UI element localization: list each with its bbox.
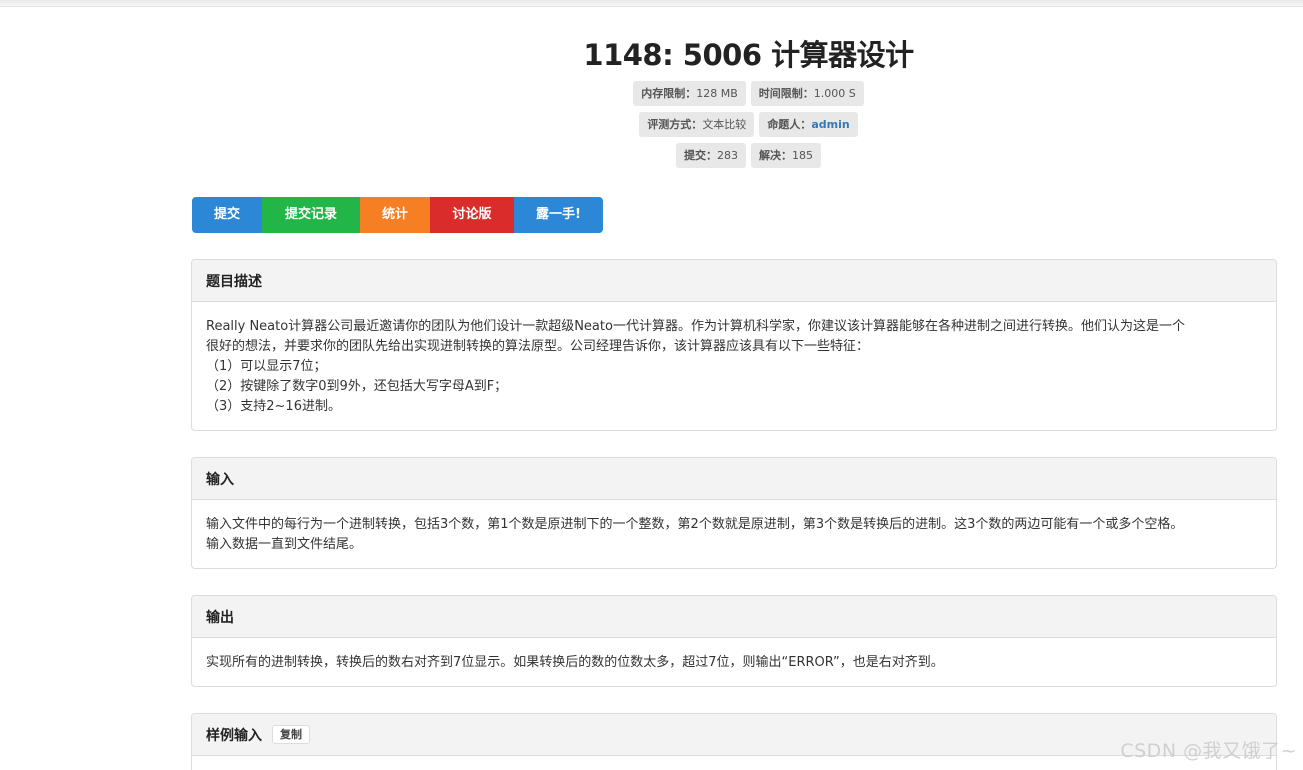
meta-row-limits: 内存限制：128 MB 时间限制：1.000 S [0, 81, 1303, 106]
submit-button[interactable]: 提交 [192, 197, 262, 233]
submissions-badge: 提交：283 [676, 143, 746, 168]
sample-input-panel: 样例输入 复制 [191, 713, 1277, 770]
input-panel: 输入 输入文件中的每行为一个进制转换，包括3个数，第1个数是原进制下的一个整数，… [191, 457, 1277, 569]
page-title: 1148: 5006 计算器设计 [583, 38, 914, 72]
output-heading: 输出 [192, 596, 1276, 638]
output-panel: 输出 实现所有的进制转换，转换后的数右对齐到7位显示。如果转换后的数的位数太多，… [191, 595, 1277, 687]
description-line: 很好的想法，并要求你的团队先给出实现进制转换的算法原型。公司经理告诉你，该计算器… [206, 339, 870, 354]
input-body: 输入文件中的每行为一个进制转换，包括3个数，第1个数是原进制下的一个整数，第2个… [192, 500, 1276, 568]
description-line: Really Neato计算器公司最近邀请你的团队为他们设计一款超级Neato一… [206, 319, 1185, 334]
memory-limit-badge: 内存限制：128 MB [633, 81, 746, 106]
meta-row-stats: 提交：283 解决：185 [0, 143, 1303, 168]
top-border [0, 0, 1303, 7]
input-heading: 输入 [192, 458, 1276, 500]
author-badge: 命题人：admin [759, 112, 858, 137]
sample-input-heading: 样例输入 复制 [192, 714, 1276, 756]
description-heading: 题目描述 [192, 260, 1276, 302]
statistics-button[interactable]: 统计 [360, 197, 430, 233]
judge-method-badge: 评测方式：文本比较 [639, 112, 755, 137]
author-link[interactable]: admin [811, 118, 849, 131]
action-button-group: 提交 提交记录 统计 讨论版 露一手! [192, 197, 603, 233]
output-line: 实现所有的进制转换，转换后的数右对齐到7位显示。如果转换后的数的位数太多，超过7… [206, 655, 944, 670]
submission-records-button[interactable]: 提交记录 [262, 197, 360, 233]
description-panel: 题目描述 Really Neato计算器公司最近邀请你的团队为他们设计一款超级N… [191, 259, 1277, 431]
csdn-watermark: CSDN @我又饿了~ [1120, 740, 1297, 762]
description-line: （3）支持2~16进制。 [206, 399, 341, 414]
input-line: 输入数据一直到文件结尾。 [206, 537, 363, 552]
discussion-button[interactable]: 讨论版 [430, 197, 514, 233]
copy-button[interactable]: 复制 [272, 725, 310, 744]
show-off-button[interactable]: 露一手! [514, 197, 603, 233]
description-line: （2）按键除了数字0到9外，还包括大写字母A到F； [206, 379, 508, 394]
meta-row-judge: 评测方式：文本比较 命题人：admin [0, 112, 1303, 137]
time-limit-badge: 时间限制：1.000 S [750, 81, 864, 106]
output-body: 实现所有的进制转换，转换后的数右对齐到7位显示。如果转换后的数的位数太多，超过7… [192, 638, 1276, 686]
input-line: 输入文件中的每行为一个进制转换，包括3个数，第1个数是原进制下的一个整数，第2个… [206, 517, 1184, 532]
description-body: Really Neato计算器公司最近邀请你的团队为他们设计一款超级Neato一… [192, 302, 1276, 430]
solved-badge: 解决：185 [751, 143, 821, 168]
description-line: （1）可以显示7位； [206, 359, 327, 374]
